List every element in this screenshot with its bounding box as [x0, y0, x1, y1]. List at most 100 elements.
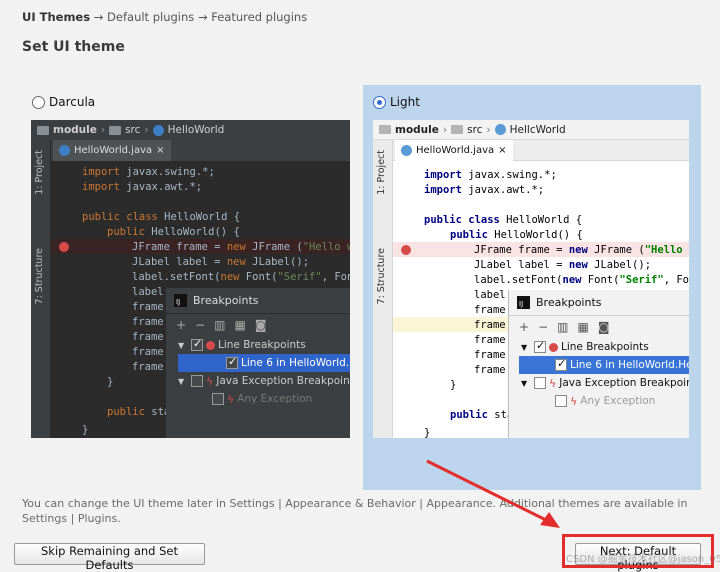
code-line: label.setFont(new Font("Serif", Font	[132, 271, 350, 283]
page-title: Set UI theme	[22, 39, 125, 55]
code-token: "Hello wo	[302, 241, 350, 253]
light-radio-button[interactable]	[373, 95, 386, 109]
skip-remaining-button[interactable]: Skip Remaining and Set Defaults	[14, 543, 205, 572]
src-folder-icon	[109, 125, 122, 135]
breadcrumb-item-default-plugins: Default plugins	[107, 10, 195, 24]
editor-tab-bar: HelloWorld.java ×	[393, 140, 689, 161]
theme-change-note: You can change the UI theme later in Set…	[22, 497, 688, 525]
dialog-title: Breakpoints	[193, 294, 259, 307]
light-radio-option[interactable]: Light	[373, 95, 420, 109]
code-line: label.setFont(new Font("Serif", Font	[474, 274, 689, 286]
lightning-icon: ϟ	[570, 394, 578, 408]
nav-bar: module › src › HelloWorld	[31, 120, 350, 140]
group-icon: ▥	[557, 320, 569, 334]
nav-src: src	[467, 123, 483, 136]
line-breakpoint-item: Line 6 in HelloWorld.Hello	[519, 356, 689, 374]
nav-bar: module › src › HellcWorld	[373, 120, 689, 140]
file-tab-label: HelloWorld.java	[74, 145, 153, 156]
breadcrumb-separator: →	[197, 10, 208, 24]
code-token: frame.	[132, 361, 170, 373]
breakpoint-dot-icon	[401, 245, 411, 255]
breadcrumb-separator: →	[93, 10, 104, 24]
code-token: import	[82, 166, 120, 178]
chevron-right-icon: ›	[486, 123, 491, 136]
checkbox	[212, 393, 224, 405]
item-label: Any Exception	[580, 395, 656, 407]
code-token: new	[226, 241, 246, 253]
breakpoints-toolbar: + − ▥ ▦ ◙	[509, 316, 689, 338]
code-line: import javax.swing.*;	[424, 169, 557, 181]
class-icon	[152, 124, 164, 136]
code-token: "Hello wo	[644, 244, 689, 256]
code-token: }	[450, 379, 457, 391]
nav-src: src	[125, 124, 141, 136]
structure-tool-tab: 7: Structure	[376, 248, 387, 305]
code-token: , Font	[663, 274, 689, 286]
exception-breakpoints-group: ▼ ϟ Java Exception Breakpoints	[166, 372, 350, 390]
code-token: frame.	[132, 316, 170, 328]
code-line: import javax.awt.*;	[424, 184, 544, 196]
code-token: frame.	[474, 349, 512, 361]
structure-tool-tab: 7: Structure	[34, 248, 45, 305]
remove-icon: −	[195, 318, 206, 332]
code-token: frame.	[132, 346, 170, 358]
code-token: JLabel label =	[474, 259, 569, 271]
breakpoint-dot-icon	[549, 342, 558, 352]
code-token: frame.	[132, 301, 170, 313]
module-folder-icon	[37, 125, 49, 135]
code-token: HelloWorld() {	[487, 229, 583, 241]
code-token: JFrame frame =	[474, 244, 569, 256]
group-file-icon: ▦	[234, 318, 246, 332]
code-line: public sta	[450, 409, 513, 421]
darcula-radio-button[interactable]	[32, 95, 45, 109]
lightning-icon: ϟ	[227, 392, 235, 406]
item-label: Any Exception	[237, 393, 313, 405]
code-line: }	[424, 427, 430, 438]
editor-file-tab: HelloWorld.java ×	[395, 140, 513, 161]
code-line: import javax.awt.*;	[82, 181, 202, 193]
line-breakpoints-group: ▼ Line Breakpoints	[509, 338, 689, 356]
file-tab-label: HelloWorld.java	[416, 145, 495, 156]
darcula-label: Darcula	[49, 95, 96, 109]
code-line: frame.	[132, 346, 170, 358]
code-token: JFrame frame =	[132, 241, 227, 253]
code-token: javax.awt.*;	[119, 181, 203, 193]
code-line: public HelloWorld() {	[107, 226, 240, 238]
add-icon: +	[519, 320, 530, 334]
code-token: JFrame (	[245, 241, 303, 253]
darcula-radio-option[interactable]: Darcula	[32, 95, 95, 109]
code-token: javax.swing.*;	[119, 166, 215, 178]
code-line: frame.	[474, 349, 512, 361]
code-token: public	[450, 409, 488, 421]
breadcrumb-item-featured-plugins: Featured plugins	[211, 10, 308, 24]
nav-class: HellcWorld	[509, 123, 566, 136]
item-label: Line 6 in HelloWorld.Hello	[570, 359, 689, 371]
code-token: frame.	[474, 364, 512, 376]
nav-module: module	[53, 124, 97, 136]
remove-icon: −	[538, 320, 549, 334]
tool-window-sidebar: 1: Project 7: Structure	[373, 140, 393, 438]
code-token: frame.	[474, 319, 512, 331]
checkbox	[534, 339, 546, 353]
project-tool-tab: 1: Project	[376, 150, 387, 195]
breakpoint-dot-icon	[206, 340, 215, 350]
breakpoints-dialog: IJ Breakpoints + − ▥ ▦ ◙ ▼ Line Breakpoi…	[166, 288, 350, 438]
code-token: import	[424, 184, 462, 196]
code-token: new	[220, 271, 240, 283]
group-file-icon: ▦	[577, 320, 589, 334]
goto-icon: ◙	[597, 320, 610, 334]
checkbox	[555, 395, 567, 407]
lightning-icon: ϟ	[549, 376, 557, 390]
nav-module: module	[395, 123, 439, 136]
breadcrumb: UI Themes → Default plugins → Featured p…	[22, 10, 307, 24]
code-token: javax.awt.*;	[461, 184, 545, 196]
code-line: public class HelloWorld {	[424, 214, 582, 226]
item-label: Line 6 in HelloWorld.Hello	[241, 357, 350, 369]
line-breakpoint-item: Line 6 in HelloWorld.Hello	[178, 354, 350, 372]
src-folder-icon	[451, 125, 464, 134]
code-token: new	[562, 274, 582, 286]
dialog-header: IJ Breakpoints	[166, 288, 350, 314]
code-token: public	[107, 226, 145, 238]
code-line: frame.	[474, 334, 512, 346]
code-token: new	[568, 259, 588, 271]
